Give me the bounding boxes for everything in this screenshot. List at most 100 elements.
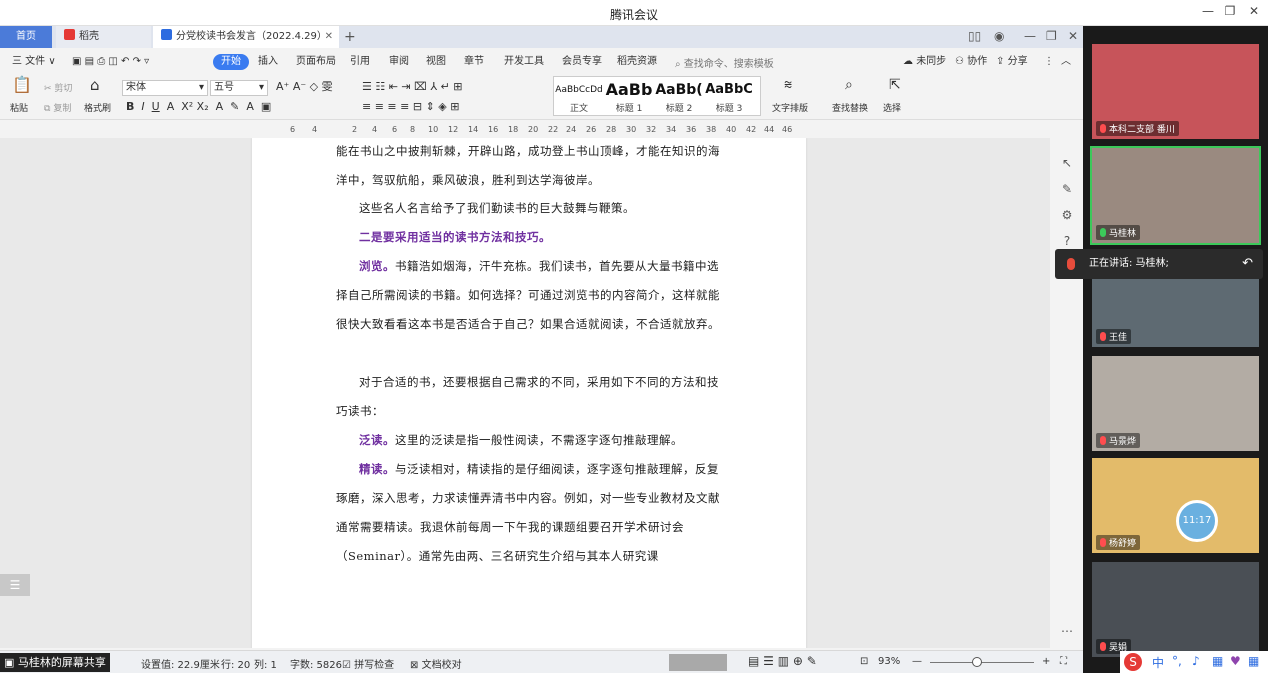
speaker-mic-icon: [1067, 258, 1075, 270]
adjust-icon[interactable]: ⚙: [1060, 208, 1074, 222]
pointer-icon[interactable]: ↖: [1060, 156, 1074, 170]
menu-home[interactable]: 开始: [213, 54, 249, 70]
participant-tile-4[interactable]: 马景烨: [1092, 356, 1259, 451]
zoom-slider-thumb[interactable]: [972, 657, 982, 667]
font-name-select[interactable]: 宋体 ▾: [122, 80, 208, 96]
wps-close-icon[interactable]: ✕: [1068, 29, 1078, 45]
spell-check-button[interactable]: ☑ 拼写检查: [342, 656, 394, 671]
format-painter-button[interactable]: 格式刷: [84, 102, 111, 116]
speaking-indicator[interactable]: 正在讲话: 马桂林; ↶: [1055, 249, 1263, 279]
view-mode-icons[interactable]: ▤ ☰ ▥ ⊕ ✎: [748, 654, 817, 668]
outline-toggle-icon[interactable]: ☰: [0, 574, 30, 596]
menu-developer[interactable]: 开发工具: [504, 54, 544, 70]
participant-tile-6[interactable]: 吴娟: [1092, 562, 1259, 657]
cursor-icon[interactable]: ⇱: [889, 78, 901, 92]
toolbox-icon[interactable]: ▦: [1248, 654, 1259, 668]
participant-tile-5[interactable]: 杨舒婷: [1092, 458, 1259, 553]
close-icon[interactable]: ✕: [1242, 4, 1266, 22]
find-icon[interactable]: ⌕: [845, 78, 853, 92]
wps-minimize-icon[interactable]: —: [1024, 29, 1036, 45]
menu-references[interactable]: 引用: [350, 54, 370, 70]
tab-daoke[interactable]: 稻壳: [56, 26, 151, 48]
tab-home[interactable]: 首页: [0, 26, 52, 48]
collab-button[interactable]: ⚇ 协作: [955, 54, 987, 70]
screen-share-label: ▣ 马桂林的屏幕共享: [0, 653, 110, 672]
cut-button[interactable]: ✂ 剪切: [44, 82, 72, 96]
find-replace-button[interactable]: 查找替换: [832, 102, 868, 116]
style-normal[interactable]: AaBbCcDd 正文: [554, 79, 604, 114]
menu-file[interactable]: 三 文件 ∨: [12, 54, 56, 70]
share-button[interactable]: ⇪ 分享: [996, 54, 1028, 70]
font-size-select[interactable]: 五号 ▾: [210, 80, 268, 96]
style-heading-2[interactable]: AaBb(标题 2: [654, 79, 704, 114]
avatar[interactable]: ◉: [994, 29, 1004, 45]
zoom-slider[interactable]: [930, 662, 1034, 663]
font-format-icons[interactable]: B I U A X² X₂ A ✎ A ▣: [126, 100, 271, 114]
text-layout-icon[interactable]: ⩬: [784, 78, 792, 92]
paste-button[interactable]: 粘贴: [10, 102, 28, 116]
layout-icon[interactable]: ▯▯: [968, 29, 981, 45]
quick-access-icons[interactable]: ▣ ▤ ⎙ ◫ ↶ ↷ ▿: [72, 54, 149, 70]
style-heading-1[interactable]: AaBb 标题 1: [604, 79, 654, 114]
help-icon[interactable]: ?: [1060, 234, 1074, 248]
floating-clock[interactable]: 11:17: [1176, 500, 1218, 542]
menu-view[interactable]: 视图: [426, 54, 446, 70]
tab-close-icon[interactable]: ✕: [325, 26, 333, 48]
font-grow-shrink-icons[interactable]: A⁺ A⁻ ◇ 雯: [276, 80, 333, 94]
mic-muted-icon: [1100, 538, 1106, 547]
mic-on-icon: [1100, 228, 1106, 237]
wps-restore-icon[interactable]: ❐: [1046, 29, 1057, 45]
zoom-in-icon[interactable]: +: [1042, 656, 1050, 667]
ruler-tick: 16: [488, 125, 499, 134]
maximize-icon[interactable]: ❐: [1218, 4, 1242, 22]
keyboard-icon[interactable]: ▦: [1212, 654, 1223, 668]
more-icon[interactable]: ⋮: [1044, 54, 1054, 70]
participant-tile-2[interactable]: 马桂林: [1090, 146, 1261, 245]
select-button[interactable]: 选择: [883, 102, 901, 116]
ruler-tick: 6: [290, 125, 296, 134]
ruler-tick: 44: [764, 125, 775, 134]
skin-icon[interactable]: ♥: [1230, 654, 1241, 668]
monitor-icon: ▣: [4, 656, 15, 669]
menu-insert[interactable]: 插入: [258, 54, 278, 70]
collapse-arrow-icon[interactable]: ↶: [1242, 249, 1253, 279]
text-layout-button[interactable]: 文字排版: [772, 102, 808, 116]
more-dots-icon[interactable]: ⋯: [1060, 624, 1074, 638]
format-painter-icon[interactable]: ⌂: [90, 78, 100, 93]
fit-icon[interactable]: ⊡: [860, 656, 868, 667]
menu-chapter[interactable]: 章节: [464, 54, 484, 70]
scissors-icon: ✂: [44, 84, 52, 94]
word-count[interactable]: 字数: 5826: [290, 656, 342, 671]
right-side-toolbar: ↖ ✎ ⚙ ? ⋯: [1052, 138, 1083, 648]
collapse-ribbon-icon[interactable]: ︿: [1061, 54, 1071, 70]
ime-chinese-icon[interactable]: 中: [1152, 654, 1164, 671]
document-page[interactable]: 能在书山之中披荆斩棘，开辟山路，成功登上书山顶峰，才能在知识的海洋中，驾驭航船，…: [252, 138, 806, 648]
menu-member[interactable]: 会员专享: [562, 54, 602, 70]
menu-page-layout[interactable]: 页面布局: [296, 54, 336, 70]
ruler-tick: 4: [312, 125, 318, 134]
paragraph-align-icons[interactable]: ≡ ≡ ≡ ≡ ⊟ ⇕ ◈ ⊞: [362, 100, 459, 114]
participant-tile-1[interactable]: 本科二支部 番川: [1092, 44, 1259, 139]
pen-icon[interactable]: ✎: [1060, 182, 1074, 196]
tab-document[interactable]: 分党校读书会发言（2022.4.29） ✕: [153, 26, 339, 48]
voice-icon[interactable]: ♪: [1192, 654, 1200, 668]
status-progress-block: [669, 654, 727, 671]
menu-review[interactable]: 审阅: [389, 54, 409, 70]
zoom-out-icon[interactable]: —: [912, 656, 922, 667]
fullscreen-icon[interactable]: ⛶: [1060, 656, 1067, 667]
list-indent-icons[interactable]: ☰ ☷ ⇤ ⇥ ⌧ ⅄ ↵ ⊞: [362, 80, 462, 94]
new-tab-icon[interactable]: +: [344, 26, 356, 48]
paste-icon[interactable]: 📋: [12, 77, 32, 93]
zoom-level[interactable]: 93%: [878, 656, 900, 667]
punctuation-icon[interactable]: °,: [1172, 654, 1182, 668]
minimize-icon[interactable]: —: [1196, 4, 1220, 22]
proofread-button[interactable]: ⊠ 文档校对: [410, 656, 462, 671]
speaking-text: 正在讲话: 马桂林;: [1089, 258, 1169, 269]
ruler-tick: 26: [586, 125, 597, 134]
style-heading-3[interactable]: AaBbC 标题 3: [704, 79, 754, 114]
sync-status[interactable]: ☁ 未同步: [903, 54, 946, 70]
copy-button[interactable]: ⧉ 复制: [44, 102, 71, 116]
sogou-icon[interactable]: S: [1124, 653, 1142, 671]
menu-daoke-resources[interactable]: 稻壳资源: [617, 54, 657, 70]
command-search[interactable]: ⌕ 查找命令、搜索模板: [675, 55, 774, 70]
